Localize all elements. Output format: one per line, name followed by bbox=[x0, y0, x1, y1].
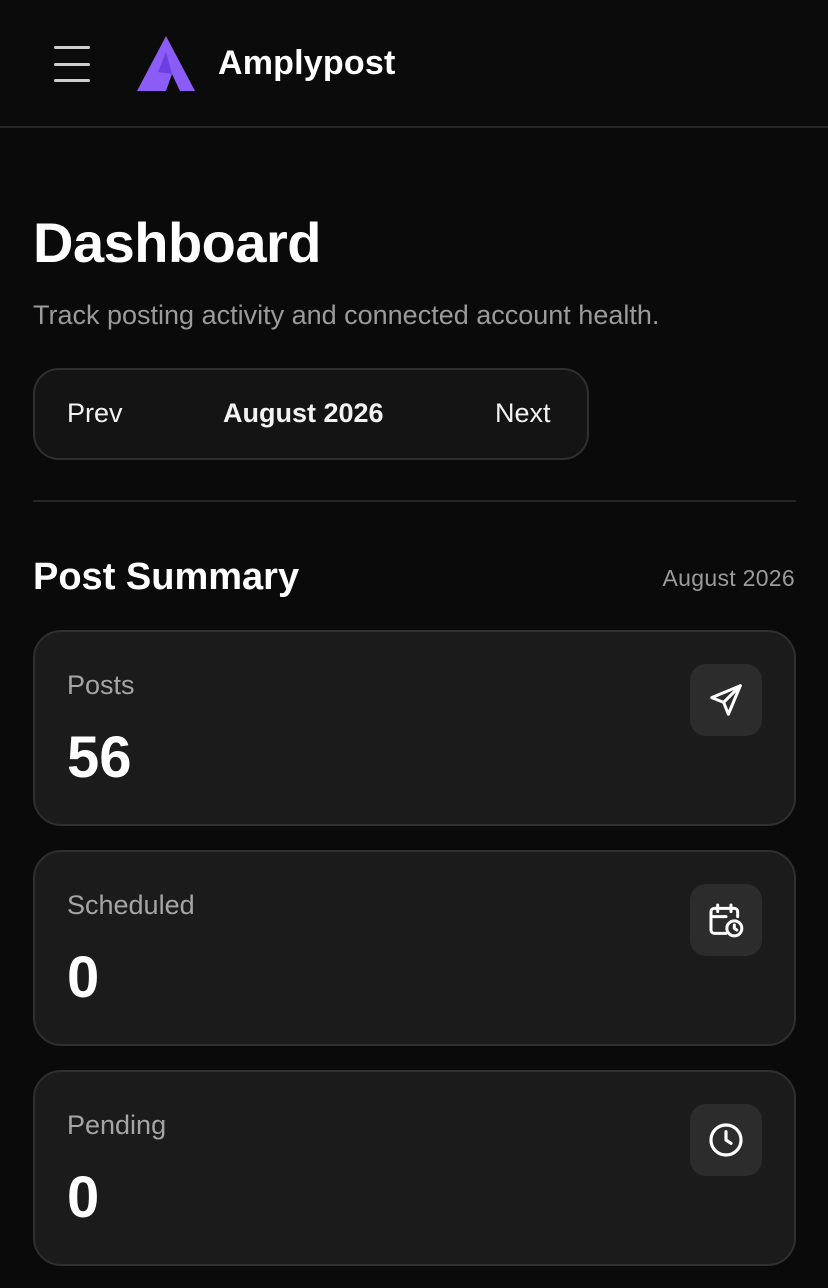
pending-count: 0 bbox=[67, 1165, 100, 1230]
app-name[interactable]: Amplypost bbox=[218, 44, 395, 83]
next-month-button[interactable]: Next bbox=[495, 398, 551, 429]
scheduled-count: 0 bbox=[67, 945, 100, 1010]
pending-card: Pending 0 bbox=[33, 1070, 796, 1266]
page-title: Dashboard bbox=[33, 211, 322, 274]
hamburger-menu-icon[interactable] bbox=[52, 46, 92, 82]
send-icon bbox=[690, 664, 762, 736]
post-summary-title: Post Summary bbox=[33, 556, 300, 598]
page-subtitle: Track posting activity and connected acc… bbox=[33, 300, 660, 330]
scheduled-label: Scheduled bbox=[67, 890, 195, 920]
posts-label: Posts bbox=[67, 670, 135, 700]
clock-icon bbox=[690, 1104, 762, 1176]
current-month-label: August 2026 bbox=[223, 398, 384, 428]
summary-period: August 2026 bbox=[662, 565, 795, 591]
prev-month-button[interactable]: Prev bbox=[67, 398, 123, 429]
posts-card: Posts 56 bbox=[33, 630, 796, 826]
pending-label: Pending bbox=[67, 1110, 167, 1140]
month-navigator: Prev August 2026 Next bbox=[33, 368, 589, 460]
posts-count: 56 bbox=[67, 725, 132, 790]
amplypost-logo-icon[interactable] bbox=[136, 36, 196, 92]
calendar-clock-icon bbox=[690, 884, 762, 956]
top-bar: Amplypost bbox=[0, 0, 828, 128]
section-divider bbox=[33, 500, 796, 502]
scheduled-card: Scheduled 0 bbox=[33, 850, 796, 1046]
